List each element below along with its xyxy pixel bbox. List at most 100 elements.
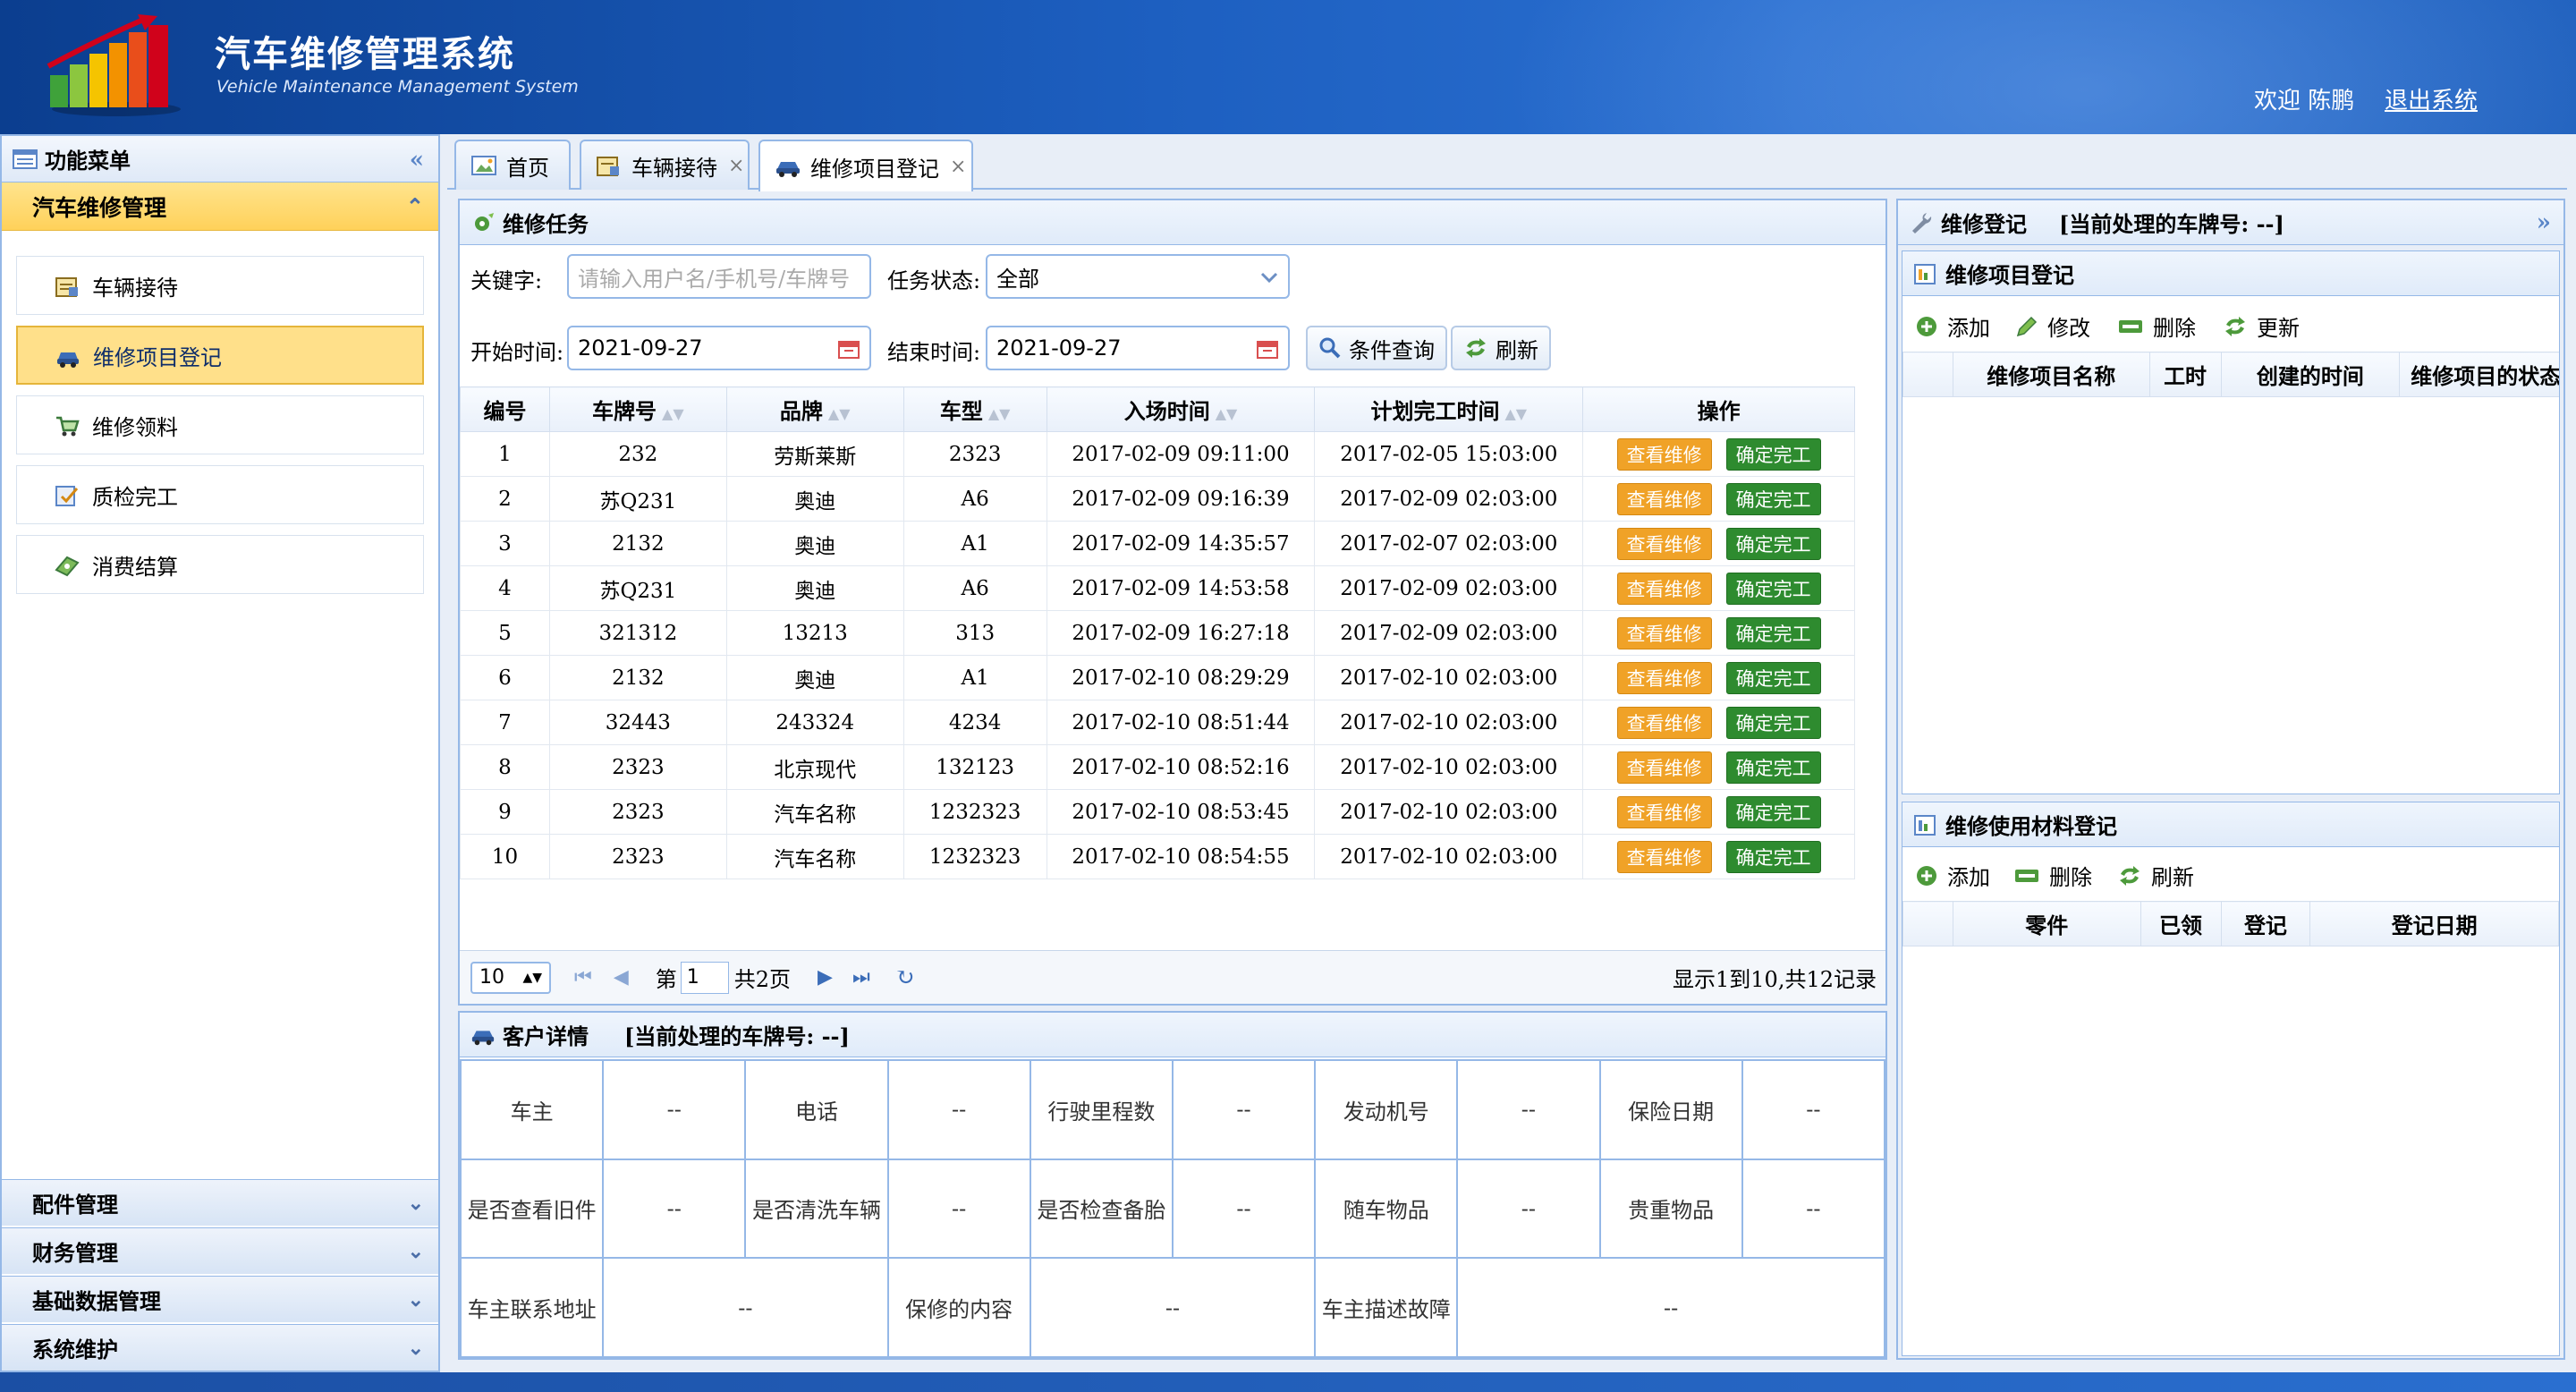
refresh-material-button[interactable]: 刷新	[2117, 860, 2194, 891]
chevron-down-icon[interactable]: ⌄	[408, 1337, 424, 1360]
view-repair-button[interactable]: 查看维修	[1616, 527, 1712, 560]
confirm-complete-button[interactable]: 确定完工	[1725, 795, 1821, 828]
section-header-finance[interactable]: 财务管理 ⌄	[2, 1227, 438, 1274]
table-cell: 321312	[548, 610, 727, 656]
subpanel-title: 维修项目登记	[1945, 262, 2074, 288]
panel-title: 维修登记	[1941, 211, 2027, 237]
table-row[interactable]: 7 32443 243324 4234 2017-02-10 08:51:44 2017-…	[460, 700, 1855, 745]
reload-icon[interactable]: ↻	[895, 964, 915, 991]
refresh-button[interactable]: 刷新	[1451, 326, 1551, 370]
column-header[interactable]: 车型 ▲▼	[902, 386, 1047, 432]
menu-item-label: 车辆接待	[92, 275, 178, 301]
section-header-system[interactable]: 系统维护 ⌄	[2, 1324, 438, 1371]
view-repair-button[interactable]: 查看维修	[1616, 482, 1712, 515]
tab-repair-register[interactable]: 维修项目登记 ×	[758, 140, 973, 191]
confirm-complete-button[interactable]: 确定完工	[1725, 706, 1821, 739]
column-header: 维修项目名称	[1952, 352, 2150, 397]
first-page-icon[interactable]: ⏮	[574, 966, 592, 989]
table-row[interactable]: 8 2323 北京现代 132123 2017-02-10 08:52:16 2017-0…	[460, 744, 1855, 790]
confirm-complete-button[interactable]: 确定完工	[1725, 437, 1821, 471]
menu-item-materials[interactable]: 维修领料	[16, 395, 424, 454]
status-select-value: 全部	[996, 266, 1039, 292]
view-repair-button[interactable]: 查看维修	[1616, 706, 1712, 739]
last-page-icon[interactable]: ⏭	[852, 966, 870, 989]
confirm-complete-button[interactable]: 确定完工	[1725, 616, 1821, 649]
page-number-input[interactable]: 1	[680, 961, 729, 994]
view-repair-button[interactable]: 查看维修	[1616, 437, 1712, 471]
confirm-complete-button[interactable]: 确定完工	[1725, 661, 1821, 694]
status-select[interactable]: 全部	[986, 254, 1290, 299]
column-header[interactable]: 计划完工时间 ▲▼	[1314, 386, 1584, 432]
add-item-button[interactable]: 添加	[1915, 310, 1990, 342]
next-page-icon[interactable]: ▶	[818, 966, 833, 989]
add-material-button[interactable]: 添加	[1915, 860, 1990, 891]
view-repair-button[interactable]: 查看维修	[1616, 751, 1712, 784]
panel-header: 维修任务	[460, 200, 1885, 245]
chevron-up-icon[interactable]: ⌃	[406, 193, 424, 219]
query-button[interactable]: 条件查询	[1306, 326, 1447, 370]
close-icon[interactable]: ×	[950, 156, 966, 178]
delete-material-button[interactable]: 删除	[2013, 860, 2092, 891]
table-cell: A1	[902, 655, 1047, 700]
calendar-icon[interactable]	[1256, 338, 1279, 360]
table-cell: 2017-02-09 02:03:00	[1314, 476, 1584, 522]
table-row[interactable]: 5 321312 13213 313 2017-02-09 16:27:18 2017-0…	[460, 610, 1855, 656]
detail-value: --	[1456, 1158, 1601, 1260]
menu-item-quality-check[interactable]: 质检完工	[16, 465, 424, 524]
column-header[interactable]: 入场时间 ▲▼	[1046, 386, 1316, 432]
table-row[interactable]: 6 2132 奥迪 A1 2017-02-10 08:29:29 2017-02-10 0…	[460, 655, 1855, 700]
repair-task-table: 编号 车牌号 ▲▼ 品牌 ▲▼ 车型 ▲▼ 入场时间 ▲▼ 计划完工时间 ▲▼ 操作 12…	[460, 386, 1855, 879]
tab-label: 车辆接待	[631, 155, 717, 181]
close-icon[interactable]: ×	[728, 155, 744, 177]
confirm-complete-button[interactable]: 确定完工	[1725, 527, 1821, 560]
collapse-sidebar-icon[interactable]: «	[410, 147, 424, 174]
calendar-icon[interactable]	[837, 338, 860, 360]
collapse-panel-icon[interactable]: »	[2537, 209, 2551, 236]
column-header[interactable]: 品牌 ▲▼	[725, 386, 904, 432]
table-row[interactable]: 2 苏Q231 奥迪 A6 2017-02-09 09:16:39 2017-02-09 …	[460, 476, 1855, 522]
toolbar-label: 更新	[2257, 316, 2300, 341]
view-repair-button[interactable]: 查看维修	[1616, 572, 1712, 605]
prev-page-icon[interactable]: ◀	[614, 966, 629, 989]
table-row[interactable]: 3 2132 奥迪 A1 2017-02-09 14:35:57 2017-02-07 0…	[460, 521, 1855, 566]
table-row[interactable]: 4 苏Q231 奥迪 A6 2017-02-09 14:53:58 2017-02-09 …	[460, 565, 1855, 611]
chevron-down-icon[interactable]: ⌄	[408, 1192, 424, 1215]
page-size-select[interactable]: 10 ▲▼	[470, 961, 551, 994]
keyword-input[interactable]: 请输入用户名/手机号/车牌号	[567, 254, 871, 299]
view-repair-button[interactable]: 查看维修	[1616, 616, 1712, 649]
tab-home[interactable]: 首页	[454, 140, 571, 190]
table-row[interactable]: 10 2323 汽车名称 1232323 2017-02-10 08:54:55 2017…	[460, 834, 1855, 879]
section-header-repair[interactable]: 汽车维修管理 ⌃	[2, 182, 438, 231]
table-cell: 8	[460, 744, 550, 790]
column-header[interactable]: 车牌号 ▲▼	[548, 386, 727, 432]
view-repair-button[interactable]: 查看维修	[1616, 795, 1712, 828]
chevron-down-icon[interactable]: ⌄	[408, 1240, 424, 1263]
table-cell: 苏Q231	[548, 476, 727, 522]
table-row[interactable]: 1 232 劳斯莱斯 2323 2017-02-09 09:11:00 2017-02-0…	[460, 431, 1855, 477]
view-repair-button[interactable]: 查看维修	[1616, 840, 1712, 873]
materials-table: 零件 已领 登记 登记日期	[1902, 901, 2559, 946]
logout-link[interactable]: 退出系统	[2385, 82, 2478, 115]
view-repair-button[interactable]: 查看维修	[1616, 661, 1712, 694]
detail-label: 电话	[744, 1059, 889, 1160]
table-cell: 2017-02-10 08:54:55	[1046, 834, 1316, 879]
operations-cell: 查看维修 确定完工	[1582, 476, 1855, 522]
confirm-complete-button[interactable]: 确定完工	[1725, 840, 1821, 873]
menu-item-reception[interactable]: 车辆接待	[16, 256, 424, 315]
detail-value: --	[1456, 1257, 1885, 1358]
confirm-complete-button[interactable]: 确定完工	[1725, 751, 1821, 784]
confirm-complete-button[interactable]: 确定完工	[1725, 482, 1821, 515]
delete-item-button[interactable]: 删除	[2117, 310, 2196, 342]
confirm-complete-button[interactable]: 确定完工	[1725, 572, 1821, 605]
end-date-input[interactable]: 2021-09-27	[986, 326, 1290, 370]
chevron-down-icon[interactable]: ⌄	[408, 1288, 424, 1311]
update-item-button[interactable]: 更新	[2223, 310, 2300, 342]
start-date-input[interactable]: 2021-09-27	[567, 326, 871, 370]
edit-item-button[interactable]: 修改	[2015, 310, 2090, 342]
menu-item-repair-register[interactable]: 维修项目登记	[16, 326, 424, 385]
section-header-parts[interactable]: 配件管理 ⌄	[2, 1179, 438, 1226]
section-header-basic-data[interactable]: 基础数据管理 ⌄	[2, 1276, 438, 1322]
table-row[interactable]: 9 2323 汽车名称 1232323 2017-02-10 08:53:45 2017-…	[460, 789, 1855, 835]
tab-vehicle-reception[interactable]: 车辆接待 ×	[580, 140, 750, 190]
menu-item-billing[interactable]: 消费结算	[16, 535, 424, 594]
